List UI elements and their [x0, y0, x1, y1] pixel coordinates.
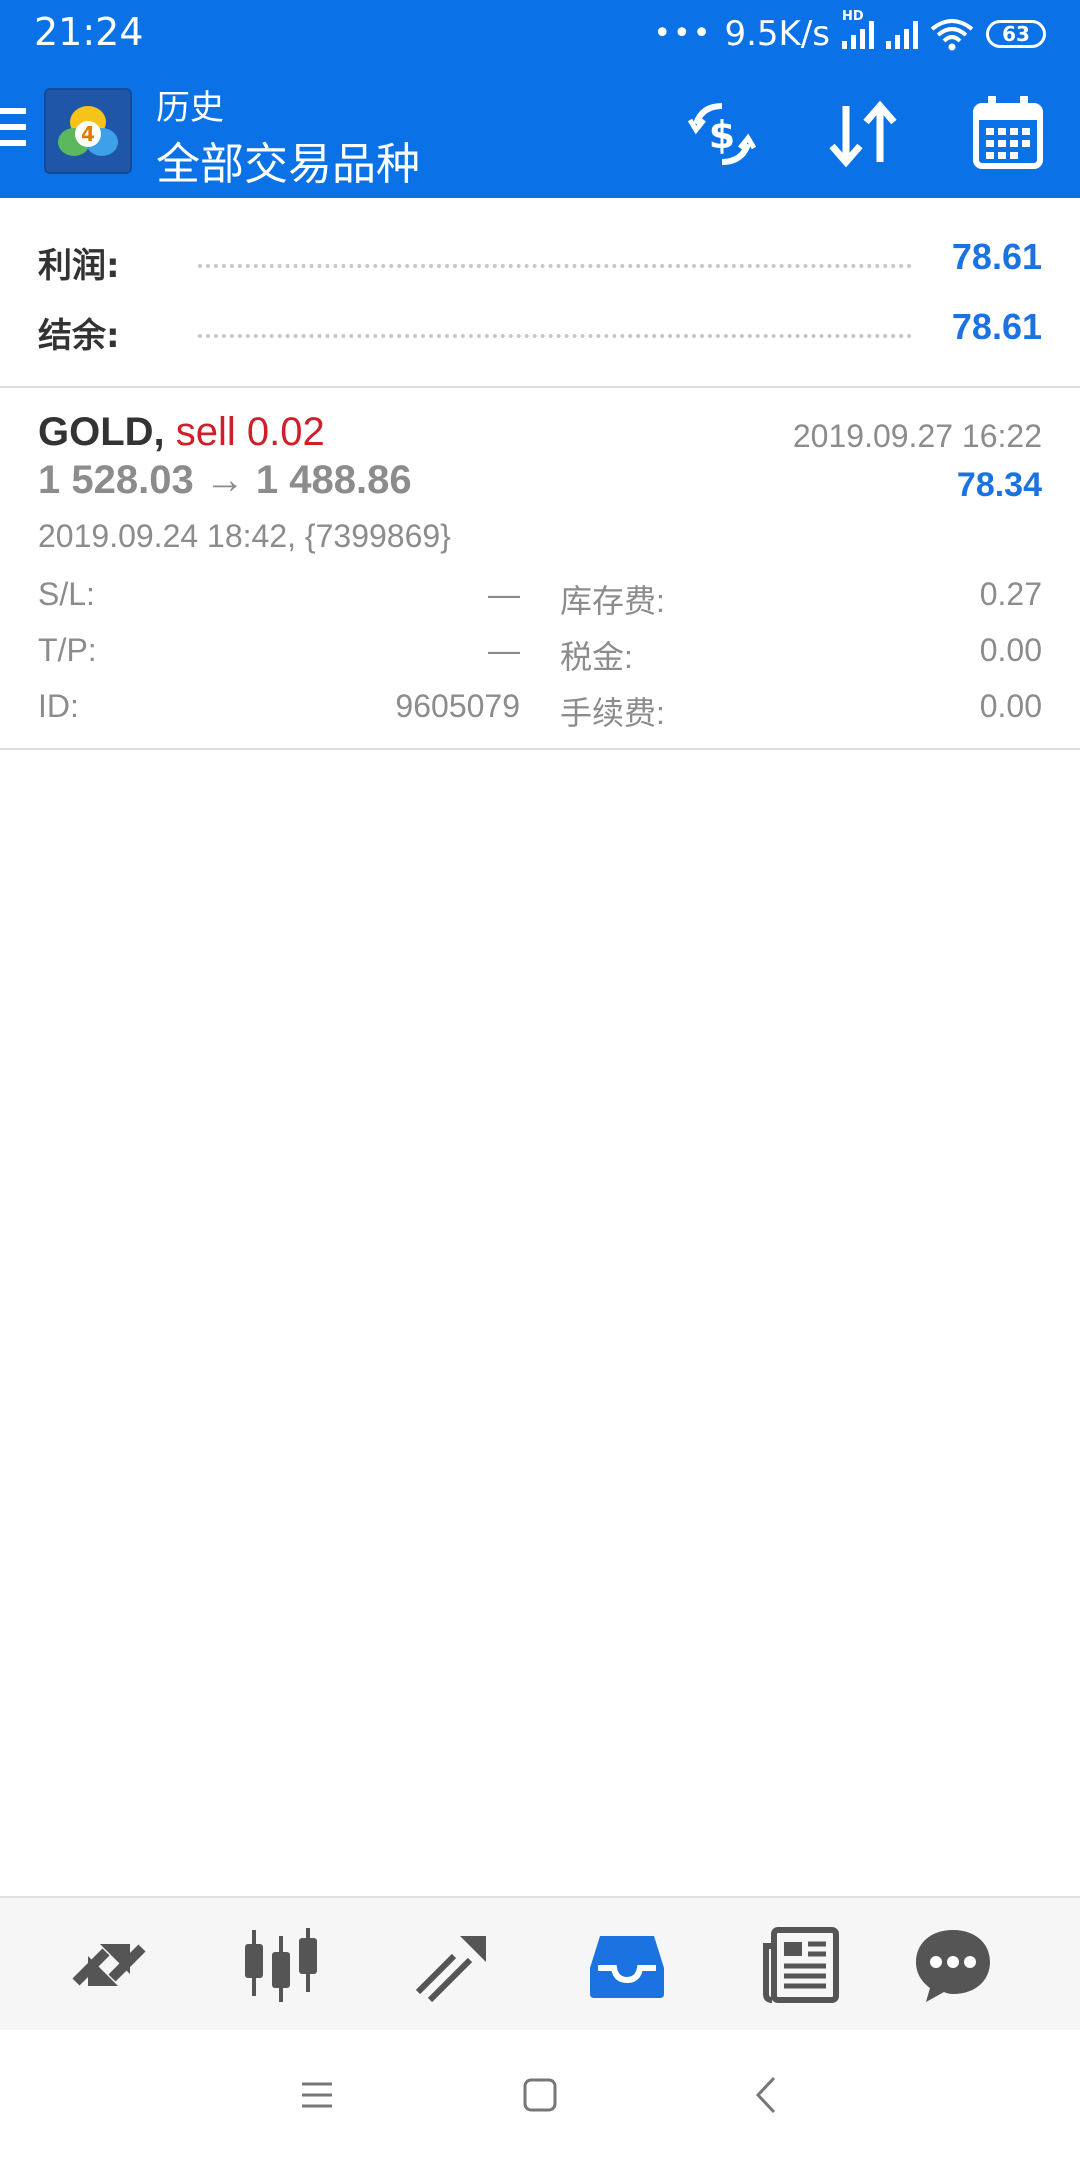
dotted-leader [198, 334, 912, 338]
balance-label: 结余: [38, 316, 120, 356]
menu-icon[interactable] [0, 108, 30, 150]
profit-label: 利润: [38, 246, 120, 286]
status-time: 21:24 [34, 10, 144, 54]
chart-icon[interactable] [238, 1922, 324, 2008]
network-speed: 9.5K/s [724, 14, 830, 54]
recent-apps-icon[interactable] [292, 2070, 342, 2120]
bottom-navigation [0, 1896, 1080, 2032]
battery-icon: 63 [986, 20, 1046, 48]
dotted-leader [198, 264, 912, 268]
profit-row: 利润: 78.61 [38, 230, 1042, 290]
back-icon[interactable] [742, 2070, 792, 2120]
home-icon[interactable] [515, 2070, 565, 2120]
deal-open-info: 2019.09.24 18:42, {7399869} [38, 518, 451, 554]
sl-label: S/L: [38, 576, 95, 612]
sort-icon[interactable] [822, 94, 906, 174]
id-label: ID: [38, 688, 79, 724]
swap-label: 库存费: [560, 583, 665, 619]
deal-list-item[interactable]: GOLD, sell 0.02 2019.09.27 16:22 1 528.0… [0, 388, 1080, 750]
system-navigation-bar [0, 2030, 1080, 2160]
quotes-icon[interactable] [66, 1922, 152, 2008]
history-icon[interactable] [584, 1922, 670, 2008]
app-bar: 21:24 ••• 9.5K/s HD 63 4 历史 全部交易品种 $ [0, 0, 1080, 198]
history-summary: 利润: 78.61 结余: 78.61 [0, 198, 1080, 388]
hd-signal-icon: HD [842, 9, 874, 49]
tp-value: — [488, 632, 520, 668]
tax-label: 税金: [560, 639, 633, 675]
deal-close-time: 2019.09.27 16:22 [792, 418, 1042, 454]
svg-text:$: $ [709, 113, 735, 157]
status-indicators: ••• 9.5K/s HD 63 [653, 9, 1046, 56]
deal-prices: 1 528.03 → 1 488.86 [38, 458, 412, 502]
profit-value: 78.61 [951, 236, 1042, 277]
commission-value: 0.00 [979, 688, 1042, 724]
balance-row: 结余: 78.61 [38, 300, 1042, 360]
status-bar: 21:24 ••• 9.5K/s HD 63 [0, 0, 1080, 68]
id-value: 9605079 [395, 688, 520, 724]
deal-symbol: GOLD, [38, 410, 165, 454]
wifi-icon [930, 17, 974, 51]
currency-exchange-icon[interactable]: $ [680, 94, 764, 174]
calendar-icon[interactable] [966, 94, 1050, 174]
deal-symbol-line: GOLD, sell 0.02 [38, 410, 325, 455]
notification-dots: ••• [653, 16, 713, 51]
chat-icon[interactable] [910, 1922, 996, 2008]
balance-value: 78.61 [951, 306, 1042, 347]
news-icon[interactable] [758, 1922, 844, 2008]
svg-text:4: 4 [81, 122, 95, 146]
tax-value: 0.00 [979, 632, 1042, 668]
commission-label: 手续费: [560, 695, 665, 731]
metatrader-logo: 4 [44, 88, 132, 174]
deal-profit: 78.34 [956, 466, 1042, 504]
sl-value: — [488, 576, 520, 612]
deal-type: sell 0.02 [175, 410, 325, 454]
page-title[interactable]: 全部交易品种 [156, 128, 420, 192]
cell-signal-icon [886, 19, 918, 49]
page-subtitle: 历史 [156, 88, 224, 128]
swap-value: 0.27 [979, 576, 1042, 612]
trade-icon[interactable] [410, 1922, 496, 2008]
tp-label: T/P: [38, 632, 97, 668]
